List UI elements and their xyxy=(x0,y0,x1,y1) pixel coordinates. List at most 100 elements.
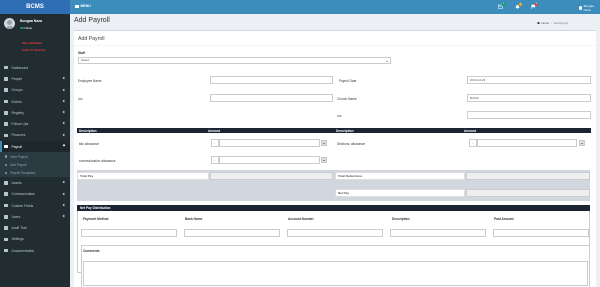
earning-row2-sign[interactable]: - xyxy=(211,156,219,164)
user-icon xyxy=(4,77,8,81)
account-number-input[interactable] xyxy=(287,229,383,237)
breadcrumb-separator: > xyxy=(550,21,553,25)
remove-earning-row1-button[interactable] xyxy=(321,140,327,146)
notifications-badge: 0 xyxy=(519,3,522,6)
earnings-col-description: Description xyxy=(79,128,97,133)
payroll-date-input[interactable]: 2019-12-23 xyxy=(467,76,591,84)
online-dot-icon xyxy=(20,26,23,30)
sidebar-item-communication[interactable]: Communication xyxy=(0,189,70,200)
menu-toggle-button[interactable]: MENU xyxy=(75,4,91,8)
earning-row1-amount[interactable] xyxy=(219,139,320,147)
deduction-row1-amount[interactable] xyxy=(477,139,577,147)
payroll-date-value: 2019-12-23 xyxy=(470,77,486,82)
sidebar-item-audit-trail[interactable]: Audit Trail xyxy=(0,222,70,233)
messages-button[interactable]: 0 xyxy=(498,3,505,9)
topbar-user-name: Bongaa Naza xyxy=(583,4,594,12)
earning-row1-sign[interactable]: - xyxy=(211,139,219,147)
sidebar-item-label: Events xyxy=(11,99,22,104)
payroll-submenu: View Payroll Add Payroll Payroll Templat… xyxy=(0,152,70,178)
submenu-item-label: View Payroll xyxy=(10,154,28,159)
bank-name-input[interactable] xyxy=(184,229,280,237)
earnings-table-header: Description Amount xyxy=(77,128,334,133)
nrc2-label: nrc xyxy=(337,114,342,118)
user-shield-icon xyxy=(4,215,8,219)
paid-amount-input[interactable] xyxy=(493,229,589,237)
employee-name-input[interactable] xyxy=(210,76,333,84)
col-bank-name: Bank Name xyxy=(185,217,203,221)
sidebar-item-assets[interactable]: Assets xyxy=(0,177,70,188)
church-name-label: Church Name xyxy=(337,97,357,101)
breadcrumb-home[interactable]: Home xyxy=(542,21,549,25)
sidebar-item-events[interactable]: Events xyxy=(0,96,70,107)
dashboard-icon xyxy=(4,65,8,70)
sidebar-item-label: People xyxy=(11,76,23,81)
chevron-down-icon xyxy=(62,143,66,147)
nrc2-input[interactable] xyxy=(467,111,591,119)
sidebar-item-settings[interactable]: Settings xyxy=(0,234,70,245)
church-name-input[interactable]: BCMS xyxy=(467,94,591,102)
sidebar-item-dashboard[interactable]: Dashboard xyxy=(0,62,70,73)
sidebar-alert-line1[interactable]: Sex still flame xyxy=(22,41,42,45)
phone-icon xyxy=(4,122,8,126)
nrc-input[interactable] xyxy=(210,94,333,102)
earning-row2-label: communication allowance xyxy=(79,159,116,163)
user-panel: Bongaa Naza Online Sex still flame Click… xyxy=(0,14,70,62)
sidebar-item-documentation[interactable]: Documentation xyxy=(0,245,70,256)
church-name-value: BCMS xyxy=(470,95,479,100)
sidebar: BCMS Bongaa Naza Online Sex still flame … xyxy=(0,0,70,287)
box-title: Add Payroll xyxy=(78,36,105,42)
sidebar-item-finances[interactable]: Finances xyxy=(0,130,70,141)
comments-textarea[interactable] xyxy=(83,261,588,286)
users-icon xyxy=(4,88,8,92)
total-pay-input[interactable] xyxy=(210,172,333,180)
submenu-item-add-payroll[interactable]: Add Payroll xyxy=(0,161,70,169)
sidebar-item-people[interactable]: People xyxy=(0,73,70,84)
total-deductions-input[interactable] xyxy=(466,172,590,180)
sidebar-item-label: Documentation xyxy=(11,248,35,253)
circle-icon xyxy=(5,155,8,158)
menu-toggle-label: MENU xyxy=(80,4,91,8)
top-navbar: MENU 0 0 0 Bongaa Naza xyxy=(70,0,600,14)
envelope-icon xyxy=(4,192,8,196)
remove-earning-row2-button[interactable] xyxy=(321,157,327,163)
description-input[interactable] xyxy=(390,229,486,237)
chevron-left-icon xyxy=(62,110,66,114)
col-paid-amount: Paid Amount xyxy=(494,217,514,221)
messages-badge: 0 xyxy=(502,3,505,6)
notifications-button[interactable]: 0 xyxy=(515,3,522,9)
sidebar-item-label: Users xyxy=(11,214,21,219)
circle-icon xyxy=(5,172,8,175)
calendar-icon xyxy=(4,99,8,104)
chevron-left-icon xyxy=(62,180,66,184)
sidebar-item-custom-fields[interactable]: Custom Fields xyxy=(0,200,70,211)
sidebar-item-registry[interactable]: Registry xyxy=(0,107,70,118)
remove-deduction-row1-button[interactable] xyxy=(579,140,585,146)
sidebar-item-label: Audit Trail xyxy=(11,226,27,231)
sidebar-alert-line2[interactable]: Click To View As xyxy=(22,48,46,52)
sidebar-item-follow-ups[interactable]: Follow Ups xyxy=(0,118,70,129)
chevron-left-icon xyxy=(62,192,66,195)
net-pay-label: Net Pay xyxy=(338,191,350,195)
net-pay-input[interactable] xyxy=(466,189,590,197)
staff-select[interactable]: Select xyxy=(78,57,391,64)
payment-method-input[interactable] xyxy=(81,229,177,237)
submenu-item-payroll-templates[interactable]: Payroll Templates xyxy=(0,169,70,177)
submenu-item-view-payroll[interactable]: View Payroll xyxy=(0,152,70,160)
sidebar-item-users[interactable]: Users xyxy=(0,211,70,222)
tasks-button[interactable]: 0 xyxy=(531,3,538,9)
chevron-down-icon xyxy=(386,60,388,62)
sidebar-item-payroll[interactable]: Payroll xyxy=(0,141,70,153)
col-payment-method: Payment Method xyxy=(83,217,109,221)
col-account-number: Account Number xyxy=(288,217,314,221)
deduction-row1-sign[interactable]: - xyxy=(469,139,477,147)
net-pay-cell: Net Pay xyxy=(335,189,465,197)
sliders-icon xyxy=(4,203,8,208)
app-logo[interactable]: BCMS xyxy=(0,0,70,14)
earning-row2-amount[interactable] xyxy=(219,156,320,164)
payroll-date-label: Payroll Date xyxy=(339,79,357,83)
earning-row1-dash: - xyxy=(214,140,215,145)
user-menu[interactable]: Bongaa Naza xyxy=(579,4,600,12)
chevron-left-icon xyxy=(62,88,66,92)
sidebar-item-groups[interactable]: Groups xyxy=(0,85,70,96)
submenu-item-label: Payroll Templates xyxy=(10,171,36,176)
